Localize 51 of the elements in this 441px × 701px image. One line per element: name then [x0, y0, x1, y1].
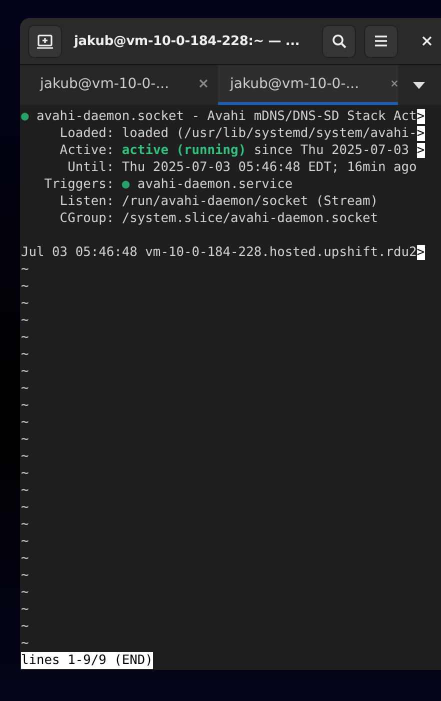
terminal-tab[interactable]: jakub@vm-10-0-... [20, 65, 218, 105]
tilde-marker: ~ [21, 500, 29, 515]
tilde-marker: ~ [21, 585, 29, 600]
tilde-marker: ~ [21, 517, 29, 532]
terminal-line: Until: Thu 2025-07-03 05:46:48 EDT; 16min ago [66, 159, 418, 176]
terminal-line: Triggers: ● avahi-daemon.service [43, 176, 294, 193]
tilde-marker: ~ [21, 551, 29, 566]
new-tab-button[interactable] [28, 24, 62, 58]
tilde-marker: ~ [21, 619, 29, 634]
log-line: Jul 03 05:46:48 vm-10-0-184-228.hosted.upshift.rdu2> [21, 244, 426, 261]
tilde-marker: ~ [21, 296, 29, 311]
terminal-line: Loaded: loaded (/usr/lib/systemd/system/avahi-> [58, 125, 426, 142]
terminal-line: CGroup: /system.slice/avahi-daemon.socket [58, 210, 379, 227]
search-icon [332, 34, 346, 48]
tilde-marker: ~ [21, 313, 29, 328]
window-title: jakub@vm-10-0-184-228:~ — ... [74, 34, 301, 48]
terminal-line: Listen: /run/avahi-daemon/socket (Stream) [58, 193, 379, 210]
tilde-marker: ~ [21, 262, 29, 277]
close-tab-icon[interactable] [199, 79, 208, 88]
tilde-marker: ~ [21, 415, 29, 430]
tilde-marker: ~ [21, 602, 29, 617]
truncation-marker: > [416, 245, 425, 260]
status-dot-icon: ● [122, 177, 130, 192]
search-button[interactable] [322, 24, 356, 58]
tilde-marker: ~ [21, 636, 29, 651]
truncation-marker: > [416, 109, 425, 124]
close-tab-icon[interactable] [391, 79, 398, 88]
tilde-marker: ~ [21, 483, 29, 498]
status-dot-icon: ● [21, 109, 29, 124]
truncation-marker: > [416, 126, 425, 141]
tilde-marker: ~ [21, 449, 29, 464]
caret-icon [413, 82, 425, 88]
terminal-line: ● avahi-daemon.socket - Avahi mDNS/DNS-SD Stack Act> [21, 108, 426, 125]
tilde-marker: ~ [21, 466, 29, 481]
tilde-marker: ~ [21, 432, 29, 447]
tilde-marker: ~ [21, 364, 29, 379]
menu-icon [375, 35, 387, 47]
truncation-marker: > [416, 143, 425, 158]
close-icon [422, 36, 432, 46]
tilde-marker: ~ [21, 568, 29, 583]
tilde-marker: ~ [21, 381, 29, 396]
tilde-marker: ~ [21, 279, 29, 294]
pager-status: lines 1-9/9 (END) [21, 652, 153, 669]
new-tab-icon [37, 34, 53, 48]
terminal-line: Active: active (running) since Thu 2025-07-03 > [58, 142, 426, 159]
tilde-marker: ~ [21, 534, 29, 549]
tilde-marker: ~ [21, 347, 29, 362]
tilde-marker: ~ [21, 398, 29, 413]
terminal-tab[interactable]: jakub@vm-10-0-... [218, 65, 398, 105]
menu-button[interactable] [364, 24, 398, 58]
tilde-marker: ~ [21, 330, 29, 345]
